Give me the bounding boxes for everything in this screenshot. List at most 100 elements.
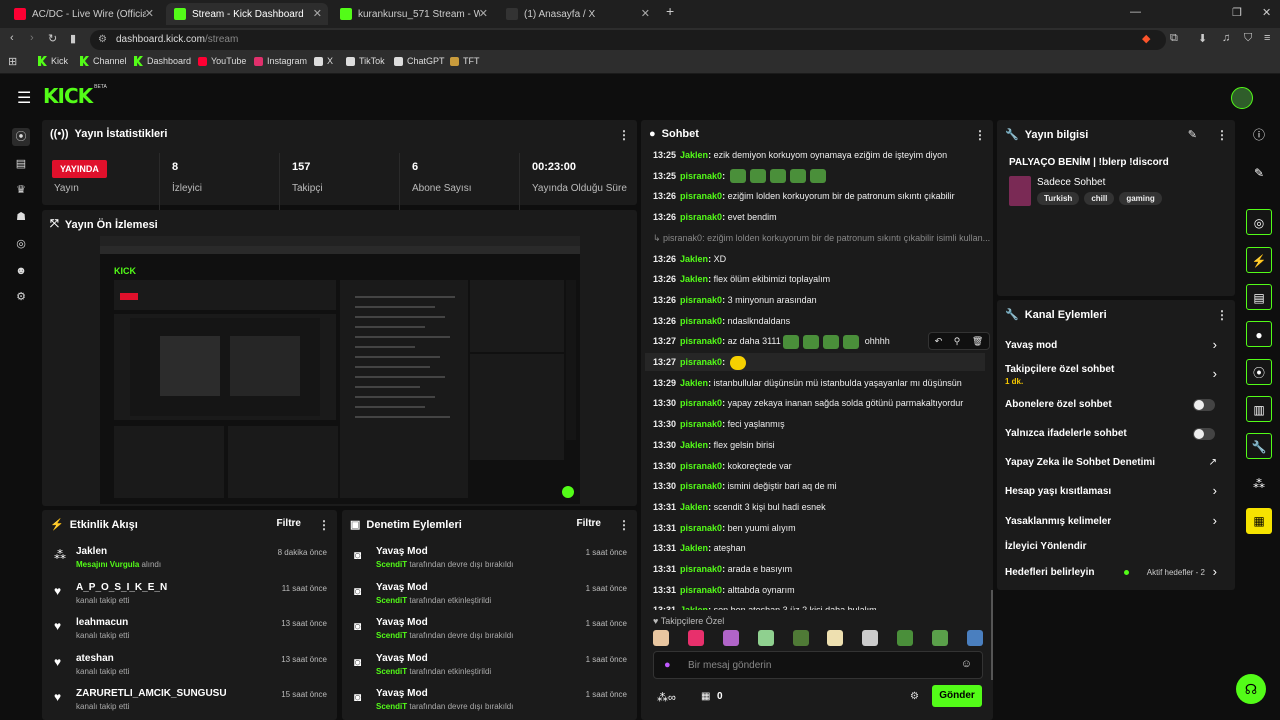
bookmark-item[interactable]: TFT [450, 56, 480, 66]
moderation-item[interactable]: ◙ Yavaş Mod ScendiT tarafından etkinleştir… [342, 580, 637, 616]
chat-scrollbar[interactable] [991, 590, 993, 680]
message-user[interactable]: Jaklen [680, 378, 708, 388]
message-user[interactable]: pisranak0 [680, 357, 722, 367]
channel-action-item[interactable]: Abonelere özel sohbet [1005, 399, 1225, 425]
emote-picker-icon[interactable] [687, 630, 704, 646]
preview-video[interactable]: KICK [100, 236, 580, 504]
stream-tag[interactable]: gaming [1119, 192, 1162, 205]
tab-close-icon[interactable]: ✕ [641, 7, 650, 20]
edit-icon[interactable]: ✎ [1188, 128, 1197, 141]
message-user[interactable]: Jaklen [680, 254, 708, 264]
music-icon[interactable]: ♫ [1222, 32, 1230, 44]
moderation-item[interactable]: ◙ Yavaş Mod ScendiT tarafından devre dışı … [342, 686, 637, 720]
moderation-item[interactable]: ◙ Yavaş Mod ScendiT tarafından etkinleştir… [342, 651, 637, 687]
emote-picker-icon[interactable] [862, 630, 879, 646]
pencil-icon[interactable]: ✎ [1246, 160, 1272, 186]
external-link-icon[interactable]: ↗ [1209, 457, 1217, 468]
chat-message[interactable]: ↳ pisranak0: eziğim lolden korkuyorum bi… [653, 229, 990, 247]
message-user[interactable]: pisranak0 [680, 419, 722, 429]
kick-logo[interactable]: KICK BETA [43, 84, 107, 108]
nav-community-icon[interactable]: ☗ [12, 208, 30, 226]
channel-action-item[interactable]: Hesap yaşı kısıtlaması › [1005, 483, 1225, 512]
apps-grid-icon[interactable]: ⊞ [8, 55, 17, 68]
moderation-item[interactable]: ◙ Yavaş Mod ScendiT tarafından devre dışı … [342, 544, 637, 580]
moderation-item[interactable]: ◙ Yavaş Mod ScendiT tarafından devre dışı … [342, 615, 637, 651]
activity-more-icon[interactable]: ⋮ [318, 518, 330, 532]
nav-moderation-icon[interactable]: ◎ [12, 235, 30, 253]
message-user[interactable]: pisranak0 [680, 564, 722, 574]
emoji-icon[interactable]: ☺ [961, 658, 972, 670]
stream-tag[interactable]: chill [1084, 192, 1115, 205]
message-user[interactable]: Jaklen [680, 502, 708, 512]
shortcut-bolt-icon[interactable]: ⚡ [1246, 247, 1272, 273]
activity-item[interactable]: ♥ ZARURETLI_AMCIK_SUNGUSU kanalı takip ett… [42, 686, 337, 720]
chat-input[interactable]: ● Bir mesaj gönderin ☺ [653, 651, 983, 679]
bookmark-item[interactable]: Instagram [254, 56, 307, 66]
bookmark-item[interactable]: Dashboard [134, 56, 191, 66]
message-user[interactable]: pisranak0 [680, 398, 722, 408]
kick-points-icon[interactable]: ⁂∞ [657, 691, 676, 704]
moderation-more-icon[interactable]: ⋮ [618, 518, 630, 532]
stream-tag[interactable]: Turkish [1037, 192, 1080, 205]
shortcut-broadcast-icon[interactable]: ⦿ [1246, 359, 1272, 385]
menu-icon[interactable]: ≡ [1264, 32, 1270, 44]
bookmark-item[interactable]: ChatGPT [394, 56, 445, 66]
chat-message[interactable]: 13:30 pisranak0: ismini değiştir bari aq … [653, 477, 837, 495]
user-avatar[interactable] [1231, 87, 1253, 109]
chat-message[interactable]: 13:31 Jaklen: scendit 3 kişi bul hadi esn… [653, 498, 826, 516]
chat-message[interactable]: 13:31 pisranak0: arada e basıyım [653, 560, 792, 578]
chat-message[interactable]: 13:31 pisranak0: alttabda oynarım [653, 581, 795, 599]
pin-icon[interactable]: ⚲ [954, 336, 961, 347]
message-user[interactable]: pisranak0 [680, 336, 722, 346]
chat-message[interactable]: 13:30 pisranak0: kokoreçtede var [653, 457, 792, 475]
bookmark-item[interactable]: X [314, 56, 333, 66]
reload-icon[interactable]: ↻ [48, 32, 57, 45]
send-button[interactable]: Gönder [932, 685, 982, 707]
emote-picker-icon[interactable] [827, 630, 844, 646]
emote-picker-icon[interactable] [897, 630, 914, 646]
chat-message[interactable]: 13:27 pisranak0: [645, 353, 985, 371]
message-user[interactable]: pisranak0 [680, 171, 722, 181]
gift-icon[interactable]: ▦ [701, 691, 710, 702]
channel-action-item[interactable]: Yavaş mod › [1005, 337, 1225, 366]
browser-tab[interactable]: AC/DC - Live Wire (Official Audio)✕ [6, 3, 160, 25]
stats-more-icon[interactable]: ⋮ [618, 128, 630, 142]
shortcut-clip-icon[interactable]: ▦ [1246, 508, 1272, 534]
bookmark-item[interactable]: Kick [38, 56, 68, 66]
message-user[interactable]: Jaklen [680, 605, 708, 610]
message-user[interactable]: pisranak0 [680, 212, 722, 222]
message-user[interactable]: pisranak0 [680, 461, 722, 471]
chat-settings-icon[interactable]: ⚙ [910, 691, 919, 702]
message-user[interactable]: pisranak0 [680, 191, 722, 201]
shortcut-wrench-icon[interactable]: 🔧 [1246, 433, 1272, 459]
info-more-icon[interactable]: ⋮ [1216, 128, 1228, 142]
chat-message[interactable]: 13:30 pisranak0: feci yaşlanmış [653, 415, 785, 433]
channel-action-item[interactable]: Hedefleri belirleyin › Aktif hedefler - 2 [1005, 564, 1225, 593]
message-user[interactable]: pisranak0 [680, 316, 722, 326]
channel-action-item[interactable]: Yasaklanmış kelimeler › [1005, 513, 1225, 542]
reply-icon[interactable]: ↶ [935, 336, 943, 347]
brave-shield-icon[interactable]: ◆ [1142, 32, 1150, 45]
message-user[interactable]: Jaklen [680, 543, 708, 553]
nav-stream-icon[interactable]: ⦿ [12, 128, 30, 146]
chat-message[interactable]: 13:26 pisranak0: eziğim lolden korkuyorum… [653, 187, 955, 205]
shortcut-chat-icon[interactable]: ● [1246, 321, 1272, 347]
browser-tab[interactable]: kurankursu_571 Stream - Watch Live✕ [332, 3, 494, 25]
chat-message[interactable]: 13:26 pisranak0: ndaslkndaldans [653, 312, 790, 330]
support-button[interactable]: ☊ [1236, 674, 1266, 704]
activity-item[interactable]: ♥ A_P_O_S_I_K_E_N kanalı takip etti 11 saat… [42, 580, 337, 616]
minimize-icon[interactable]: — [1130, 6, 1141, 18]
new-tab-icon[interactable]: + [666, 3, 674, 19]
chat-message[interactable]: 13:26 pisranak0: evet bendim [653, 208, 777, 226]
chat-message[interactable]: 13:29 Jaklen: istanbullular düşünsün mü i… [653, 374, 962, 392]
hamburger-menu-icon[interactable]: ☰ [17, 88, 31, 108]
activity-item[interactable]: ♥ ateshan kanalı takip etti 13 saat önce [42, 651, 337, 687]
emote-picker-icon[interactable] [722, 630, 739, 646]
tab-close-icon[interactable]: ✕ [313, 7, 322, 20]
browser-tab[interactable]: Stream - Kick Dashboard ✕ [166, 3, 328, 25]
chat-message[interactable]: 13:25 pisranak0: [653, 167, 828, 185]
tab-close-icon[interactable]: ✕ [145, 7, 154, 20]
channel-action-item[interactable]: Yalnızca ifadelerle sohbet [1005, 428, 1225, 454]
activity-item[interactable]: ⁂ Jaklen Mesajını Vurgula alındı 8 dakika ö… [42, 544, 337, 580]
message-user[interactable]: pisranak0 [680, 481, 722, 491]
